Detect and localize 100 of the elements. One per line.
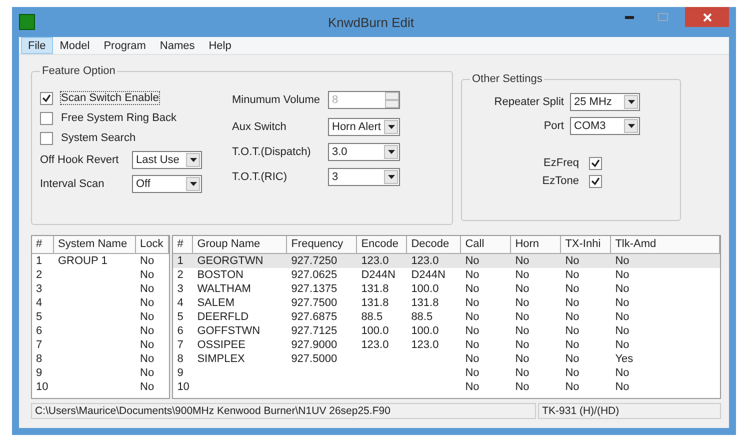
menu-item[interactable]: File [21,37,53,54]
table-row[interactable]: 8 SIMPLEX 927.5000 No No No Yes [173,352,720,366]
table-cell-text: GOFFSTWN [196,324,262,338]
table-row[interactable]: 9 No No No No [173,366,720,380]
table-row[interactable]: 2 No [32,268,170,282]
table-cell-text: No [464,366,480,380]
table-row[interactable]: 8 No [32,352,170,366]
column-header[interactable]: Horn [511,236,562,253]
close-button[interactable] [685,7,729,27]
dropdown-button[interactable] [384,120,398,134]
table-cell-text: No [564,380,580,394]
table-row[interactable]: 6 GOFFSTWN 927.7125 100.0 100.0 No No No No [173,324,720,338]
table-row[interactable]: 10 No No No No [173,380,720,394]
dropdown-button[interactable] [186,177,200,191]
checkbox[interactable] [40,112,53,124]
table-row[interactable]: 4 SALEM 927.7500 131.8 131.8 No No No No [173,296,720,310]
table-cell-text: No [139,268,156,282]
checkbox[interactable] [40,92,53,104]
dropdown-field[interactable]: 3.0 [328,143,400,161]
menu-item[interactable]: Program [96,37,153,54]
table-cell-text: No [139,296,156,310]
table-row[interactable]: 10 No [32,380,170,394]
table-cell-text: No [464,254,480,268]
dropdown-field[interactable]: Last Use [132,151,202,169]
table-cell-text: No [564,338,580,352]
table-cell-text: 131.8 [360,296,390,310]
table-cell-text: No [614,338,630,352]
maximize-icon [658,13,668,21]
column-header[interactable]: Lock [136,236,170,253]
table-cell-text: No [564,254,580,268]
dropdown-field[interactable]: 3 [328,168,400,186]
column-header[interactable]: # [173,236,194,253]
column-header[interactable]: Encode [357,236,408,253]
column-header[interactable]: TX-Inhi [561,236,612,253]
column-header[interactable]: Group Name [193,236,288,253]
table-cell-text: 927.7125 [290,324,338,338]
table-cell-text: 100.0 [410,324,440,338]
column-header[interactable]: # [32,236,54,253]
table-row[interactable]: 2 BOSTON 927.0625 D244N D244N No No No No [173,268,720,282]
field-label: T.O.T.(Dispatch) [232,146,312,158]
field-label: Interval Scan [40,178,106,190]
table-cell-text: No [464,282,480,296]
table-row[interactable]: 3 No [32,282,170,296]
table-cell-text: 4 [176,296,184,310]
table-cell-text: No [514,380,530,394]
table-row[interactable]: 6 No [32,324,170,338]
table-cell-text: No [139,282,156,296]
table-cell-text: No [564,282,580,296]
field-label: Repeater Split [493,96,565,108]
table-cell-text: No [564,366,580,380]
column-header[interactable]: Tlk-Amd [611,236,720,253]
caret-icon [388,125,394,129]
table-cell-text: SALEM [196,296,236,310]
table-cell-text: No [139,338,156,352]
table-cell-text: 88.5 [360,310,384,324]
field-label: Port [542,120,565,132]
table-row[interactable]: 7 No [32,338,170,352]
checkbox[interactable] [40,132,53,144]
dropdown-button[interactable] [186,153,200,167]
dropdown-button[interactable] [384,170,398,184]
table-cell-text: 3 [35,282,44,296]
table-cell-text: No [464,338,480,352]
column-header[interactable]: Call [461,236,512,253]
table-row[interactable]: 5 DEERFLD 927.6875 88.5 88.5 No No No No [173,310,720,324]
table-row[interactable]: 1 GROUP 1 No [32,254,170,268]
checkbox-label: EzTone [542,175,579,187]
menu-item[interactable]: Model [52,37,97,54]
table-cell-text: No [614,268,630,282]
dropdown-field[interactable]: Off [132,175,202,193]
dropdown-field[interactable]: Horn Alert [328,118,400,136]
table-cell-text: 7 [35,338,44,352]
checkbox[interactable] [589,174,602,188]
table-cell-text: 3 [176,282,184,296]
table-cell-text: 2 [176,268,184,282]
table-cell-text: No [139,324,156,338]
menu-item[interactable]: Names [152,37,202,54]
table-row[interactable]: 9 No [32,366,170,380]
dropdown-button[interactable] [384,145,398,159]
table-cell-text: 8 [35,352,44,366]
table-cell-text: No [139,310,156,324]
table-row[interactable]: 3 WALTHAM 927.1375 131.8 100.0 No No No No [173,282,720,296]
table-cell-text: No [464,352,480,366]
table-cell-text: 88.5 [410,310,434,324]
dropdown-button[interactable] [624,95,638,109]
column-header[interactable]: Frequency [287,236,358,253]
window-title: KnwdBurn Edit [327,14,414,30]
column-header[interactable]: System Name [54,236,136,253]
table-row[interactable]: 1 GEORGTWN 927.7250 123.0 123.0 No No No No [173,254,720,268]
table-cell-text: No [564,296,580,310]
column-header[interactable]: Decode [407,236,462,253]
table-cell-text: 6 [176,324,184,338]
table-row[interactable]: 4 No [32,296,170,310]
checkbox[interactable] [589,156,602,170]
dropdown-button[interactable] [624,119,638,133]
table-cell-text: D244N [360,268,396,282]
menu-item[interactable]: Help [202,37,238,54]
table-row[interactable]: 7 OSSIPEE 927.9000 123.0 123.0 No No No No [173,338,720,352]
dropdown-field[interactable]: 25 MHz [570,93,640,111]
table-row[interactable]: 5 No [32,310,170,324]
dropdown-field[interactable]: COM3 [570,117,640,135]
